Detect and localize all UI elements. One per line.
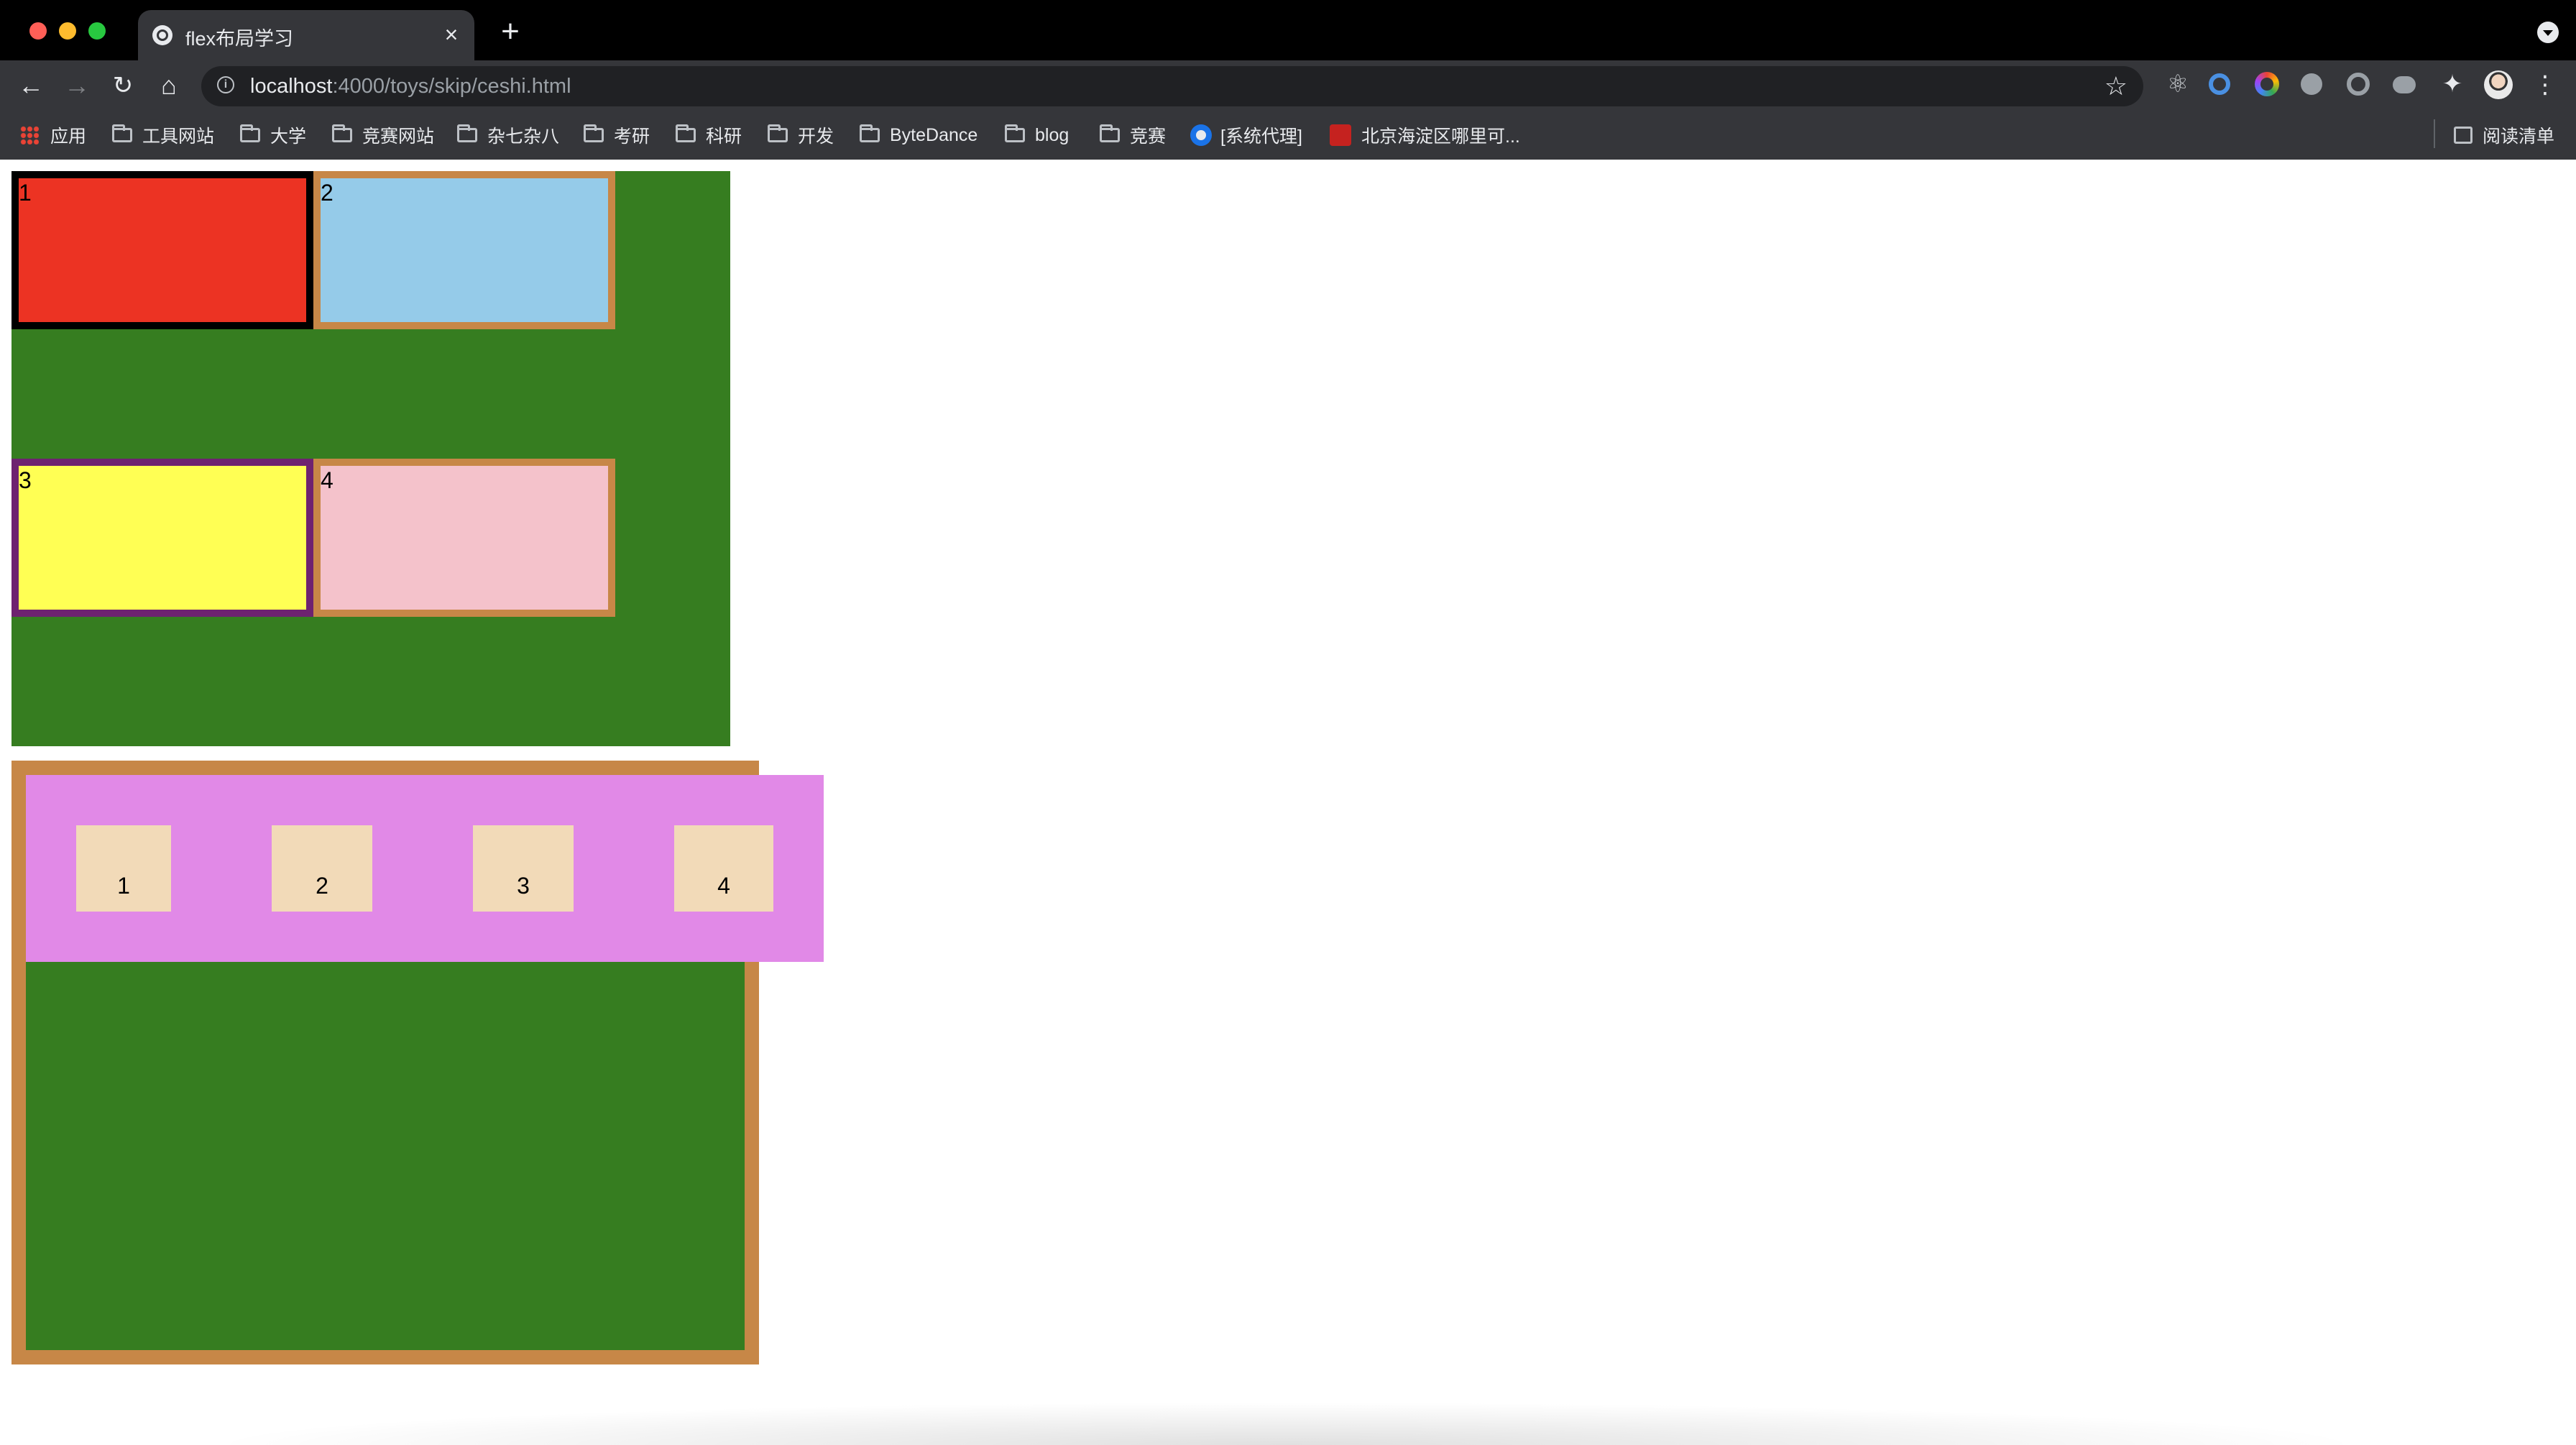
window-maximize-button[interactable] [88, 22, 106, 40]
reload-button[interactable]: ↻ [106, 69, 139, 102]
bookmark-label: 开发 [798, 127, 834, 147]
bookmark-label: [系统代理] [1220, 127, 1302, 147]
bookmark-folder[interactable]: 大学 [240, 121, 306, 150]
bookmark-folder[interactable]: 科研 [676, 121, 742, 150]
bookmark-folder[interactable]: 杂七杂八 [457, 121, 559, 150]
cloud-extension-icon[interactable] [2393, 76, 2416, 93]
bookmark-label: 科研 [706, 127, 742, 147]
bookmark-label: ByteDance [890, 124, 978, 145]
extension-icon[interactable] [2301, 73, 2322, 95]
cell-label: 1 [19, 180, 32, 206]
puzzle-icon[interactable]: ✦ [2439, 70, 2466, 98]
avatar[interactable] [2484, 70, 2513, 99]
tab-strip: flex布局学习 × + [0, 0, 2576, 60]
grid-cell-3: 3 [12, 459, 313, 617]
extension-circle-icon[interactable] [2347, 73, 2370, 96]
folder-icon [1005, 124, 1025, 142]
red-badge-icon [1330, 124, 1351, 146]
bookmark-folder[interactable]: ByteDance [860, 121, 978, 150]
reading-list-button[interactable]: 阅读清单 [2454, 121, 2554, 150]
bookmark-label: 工具网站 [142, 127, 215, 147]
extension-ring-icon[interactable] [2209, 73, 2230, 95]
bookmark-label: 竞赛网站 [362, 127, 435, 147]
flex-item-1: 1 [76, 825, 171, 912]
globe-icon [152, 25, 172, 45]
flex-item-label: 4 [717, 873, 730, 899]
react-devtools-icon[interactable]: ⚛ [2164, 70, 2191, 98]
grid-cell-4: 4 [313, 459, 615, 617]
bookmark-label: 考研 [614, 127, 650, 147]
more-menu-icon[interactable]: ⋮ [2533, 69, 2557, 101]
back-button[interactable]: ← [14, 69, 47, 102]
grid-cell-2: 2 [313, 171, 615, 329]
reading-list-icon [2454, 127, 2472, 144]
tab-title: flex布局学习 [185, 28, 294, 50]
bookmark-folder[interactable]: 工具网站 [112, 121, 214, 150]
folder-icon [584, 124, 604, 142]
grid-container: 1 2 3 4 [12, 171, 730, 746]
window-minimize-button[interactable] [59, 22, 76, 40]
address-bar[interactable]: i localhost:4000/toys/skip/ceshi.html ☆ [201, 66, 2143, 106]
home-button[interactable]: ⌂ [152, 69, 185, 102]
proxy-icon [1190, 124, 1212, 146]
bookmark-folder[interactable]: 竞赛 [1100, 121, 1166, 150]
cell-label: 3 [19, 467, 32, 493]
bookmark-folder[interactable]: 考研 [584, 121, 650, 150]
flex-item-2: 2 [272, 825, 372, 912]
window-shadow [201, 1402, 2372, 1445]
tab-search-button[interactable] [2537, 22, 2559, 43]
folder-icon [112, 124, 132, 142]
bookmark-label: 北京海淀区哪里可... [1361, 127, 1520, 147]
bookmark-proxy[interactable]: [系统代理] [1190, 121, 1302, 150]
bookmark-apps[interactable]: 应用 [20, 121, 86, 150]
folder-icon [1100, 124, 1120, 142]
url-text[interactable]: localhost:4000/toys/skip/ceshi.html [250, 75, 571, 98]
bookmarks-bar: 应用 工具网站 大学 竞赛网站 杂七杂八 考研 科研 开发 ByteDance … [0, 111, 2576, 160]
bookmark-folder[interactable]: 竞赛网站 [332, 121, 434, 150]
tab-close-icon[interactable]: × [437, 20, 466, 49]
flex-item-label: 3 [517, 873, 530, 899]
bookmark-label: 大学 [270, 127, 307, 147]
folder-icon [240, 124, 260, 142]
info-icon[interactable]: i [217, 76, 234, 93]
bookmark-folder[interactable]: blog [1005, 121, 1069, 150]
bookmark-star-icon[interactable]: ☆ [2104, 72, 2128, 101]
bookmark-link[interactable]: 北京海淀区哪里可... [1330, 121, 1520, 150]
folder-icon [860, 124, 880, 142]
reading-list-label: 阅读清单 [2483, 127, 2555, 147]
active-tab[interactable]: flex布局学习 × [138, 10, 474, 60]
folder-icon [768, 124, 788, 142]
folder-icon [457, 124, 477, 142]
bookmark-folder[interactable]: 开发 [768, 121, 834, 150]
bookmark-divider [2434, 119, 2435, 148]
color-picker-icon[interactable] [2255, 72, 2279, 96]
browser-chrome: flex布局学习 × + ← → ↻ ⌂ i localhost:4000/to… [0, 0, 2576, 160]
flex-item-3: 3 [473, 825, 574, 912]
flex-row: 1 2 3 4 [26, 775, 824, 962]
bookmark-label: 应用 [50, 127, 87, 147]
url-path: :4000/toys/skip/ceshi.html [332, 75, 571, 98]
grid-cell-1: 1 [12, 171, 313, 329]
folder-icon [332, 124, 352, 142]
bookmark-label: 杂七杂八 [487, 127, 560, 147]
flex-item-label: 2 [316, 873, 328, 899]
forward-button[interactable]: → [60, 69, 93, 102]
flex-item-label: 1 [117, 873, 130, 899]
url-host: localhost [250, 75, 333, 98]
apps-grid-icon [20, 126, 39, 144]
cell-label: 4 [321, 467, 334, 493]
page-viewport: 1 2 3 4 1 2 3 4 [0, 160, 2576, 1436]
bookmark-label: 竞赛 [1130, 127, 1167, 147]
bookmark-label: blog [1035, 124, 1070, 145]
window-close-button[interactable] [29, 22, 47, 40]
new-tab-button[interactable]: + [496, 16, 525, 47]
flex-item-4: 4 [674, 825, 773, 912]
cell-label: 2 [321, 180, 334, 206]
folder-icon [676, 124, 696, 142]
